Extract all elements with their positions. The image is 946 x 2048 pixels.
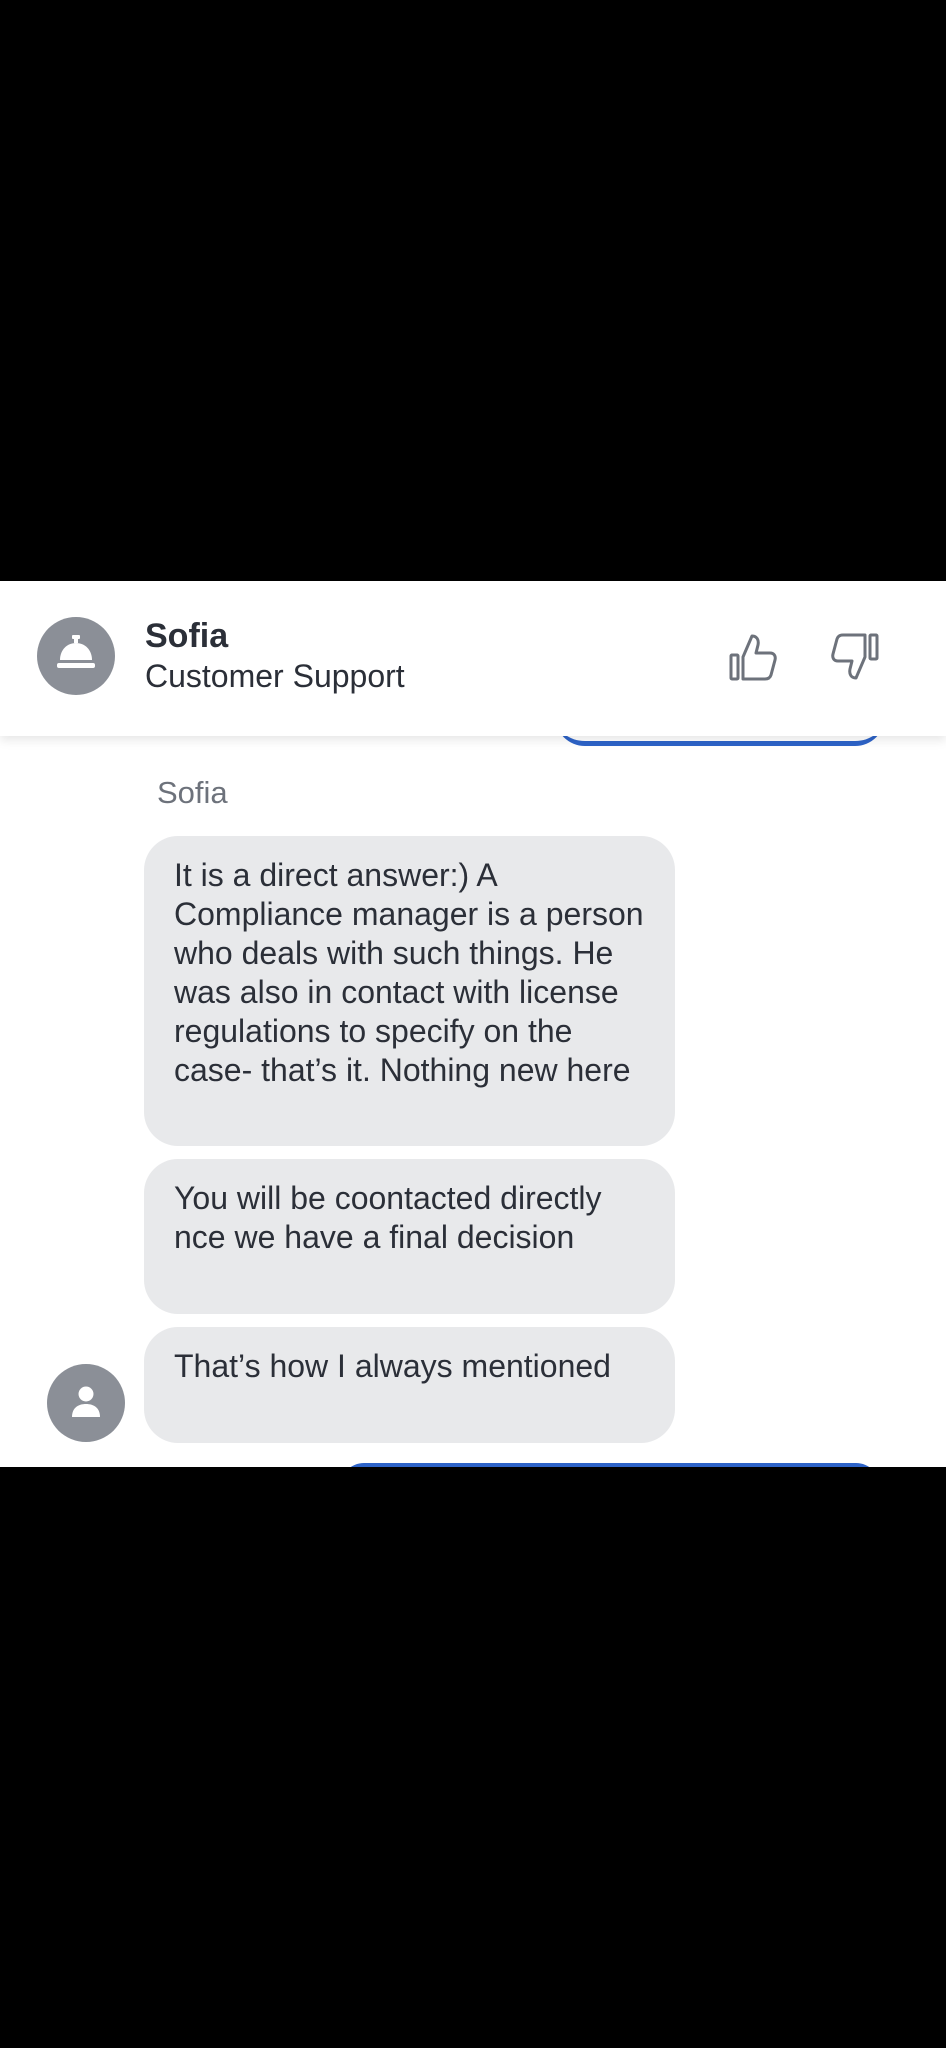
person-icon (72, 1386, 100, 1417)
thumbs-up-icon (729, 634, 777, 681)
message-sender-name: Sofia (157, 775, 228, 810)
message-bubble: That’s how I always mentioned (144, 1327, 675, 1443)
sender-avatar (47, 1364, 125, 1442)
service-bell-icon (57, 635, 95, 668)
message-bubble: It is a direct answer:) A Compliance man… (144, 836, 675, 1146)
agent-avatar (37, 617, 115, 695)
agent-role: Customer Support (145, 658, 405, 694)
chat-header: Sofia Customer Support (0, 581, 946, 736)
agent-name: Sofia (145, 617, 229, 655)
rate-down-button[interactable] (830, 631, 880, 683)
letterbox-top (0, 0, 946, 581)
message-bubble: You will be coontacted directly nce we h… (144, 1159, 675, 1314)
thumbs-down-icon (831, 633, 879, 680)
rate-up-button[interactable] (728, 631, 778, 683)
chat-panel: Sofia Customer Support Sofia It is a dir… (0, 581, 946, 1467)
letterbox-bottom (0, 1467, 946, 2048)
